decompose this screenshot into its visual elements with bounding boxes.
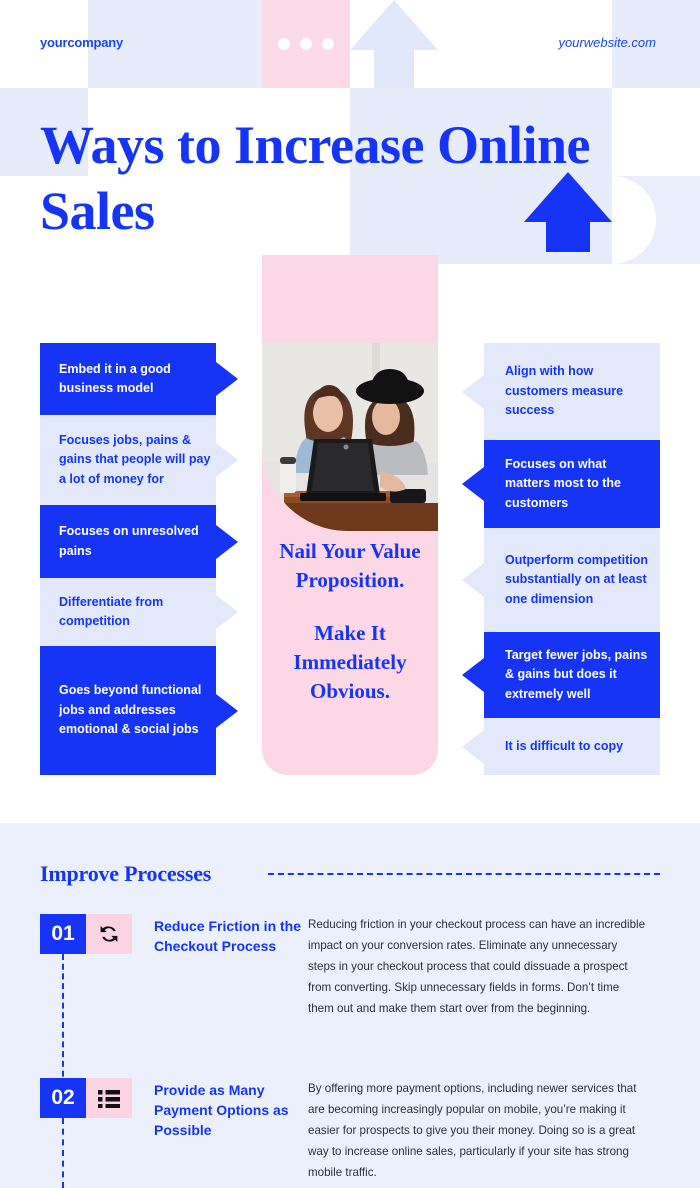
arrow-right-notch-icon <box>216 693 238 728</box>
left-banner-2[interactable]: Focuses jobs, pains & gains that people … <box>40 415 238 505</box>
left-banner-4-label: Differentiate from competition <box>59 594 164 628</box>
dot-icon <box>278 38 290 50</box>
section-dashed-divider <box>268 873 660 875</box>
hero-section: yourcompany yourwebsite.com Ways to Incr… <box>0 0 700 823</box>
arrow-right-notch-icon <box>216 524 238 559</box>
left-banner-1-label: Embed it in a good business model <box>59 361 171 395</box>
right-banner-1-label: Align with how customers measure success <box>505 364 624 418</box>
right-banner-2-label: Focuses on what matters most to the cust… <box>505 456 621 510</box>
page-title: Ways to Increase Online Sales <box>40 115 591 242</box>
center-tagline: Nail Your Value Proposition. Make It Imm… <box>262 537 438 706</box>
left-banner-5-label: Goes beyond functional jobs and addresse… <box>59 683 202 737</box>
value-proposition-columns: Nail Your Value Proposition. Make It Imm… <box>0 255 700 775</box>
arrow-up-icon-pale <box>350 0 438 88</box>
step-connector-line <box>62 954 64 1096</box>
photo-illustration <box>262 343 438 531</box>
step-number-02: 02 <box>40 1078 86 1118</box>
hero-photo <box>262 343 438 531</box>
right-banner-5[interactable]: It is difficult to copy <box>462 718 660 775</box>
step-badge-01: 01 <box>40 914 132 954</box>
website-url: yourwebsite.com <box>558 35 656 50</box>
arrow-left-notch-icon <box>462 563 484 597</box>
step-connector-line-bottom <box>62 1118 64 1188</box>
center-tagline-line2: Make It Immediately Obvious. <box>293 620 407 703</box>
step-badge-02: 02 <box>40 1078 132 1118</box>
step-number-01: 01 <box>40 914 86 954</box>
step-body-01: Reducing friction in your checkout proce… <box>308 918 646 1016</box>
dot-icon <box>322 38 334 50</box>
section-title: Improve Processes <box>40 861 212 886</box>
arrow-left-notch-icon <box>462 658 484 692</box>
right-banner-3[interactable]: Outperform competition substantially on … <box>462 528 660 632</box>
arrow-left-notch-icon <box>462 374 484 409</box>
arrow-left-notch-icon <box>462 467 484 501</box>
list-items-icon <box>86 1078 132 1118</box>
refresh-cycle-icon <box>86 914 132 954</box>
infographic-page: yourcompany yourwebsite.com Ways to Incr… <box>0 0 700 1188</box>
left-banner-1[interactable]: Embed it in a good business model <box>40 343 238 415</box>
left-banner-3[interactable]: Focuses on unresolved pains <box>40 505 238 578</box>
three-dots-decor <box>262 0 350 88</box>
right-banner-3-label: Outperform competition substantially on … <box>505 552 649 606</box>
right-banner-4-label: Target fewer jobs, pains & gains but doe… <box>505 647 648 701</box>
right-banner-4[interactable]: Target fewer jobs, pains & gains but doe… <box>462 632 660 718</box>
improve-processes-section: Improve Processes 01 Reduce Friction in … <box>0 823 700 1188</box>
company-name: yourcompany <box>40 35 124 50</box>
arrow-right-notch-icon <box>216 443 238 477</box>
left-banner-2-label: Focuses jobs, pains & gains that people … <box>59 432 211 486</box>
right-banner-5-label: It is difficult to copy <box>505 738 624 753</box>
arrow-right-notch-icon <box>216 362 238 396</box>
step-body-02: By offering more payment options, includ… <box>308 1082 637 1180</box>
left-banner-4[interactable]: Differentiate from competition <box>40 578 238 646</box>
right-banner-1[interactable]: Align with how customers measure success <box>462 343 660 440</box>
step-heading-01: Reduce Friction in the Checkout Process <box>154 918 302 955</box>
arrow-right-notch-icon <box>216 595 238 629</box>
left-banner-3-label: Focuses on unresolved pains <box>59 524 199 558</box>
left-banner-5[interactable]: Goes beyond functional jobs and addresse… <box>40 646 238 775</box>
step-heading-02: Provide as Many Payment Options as Possi… <box>154 1082 289 1139</box>
right-banner-2[interactable]: Focuses on what matters most to the cust… <box>462 440 660 528</box>
dot-icon <box>300 38 312 50</box>
arrow-left-notch-icon <box>462 729 484 764</box>
center-tagline-line1: Nail Your Value Proposition. <box>279 539 421 592</box>
